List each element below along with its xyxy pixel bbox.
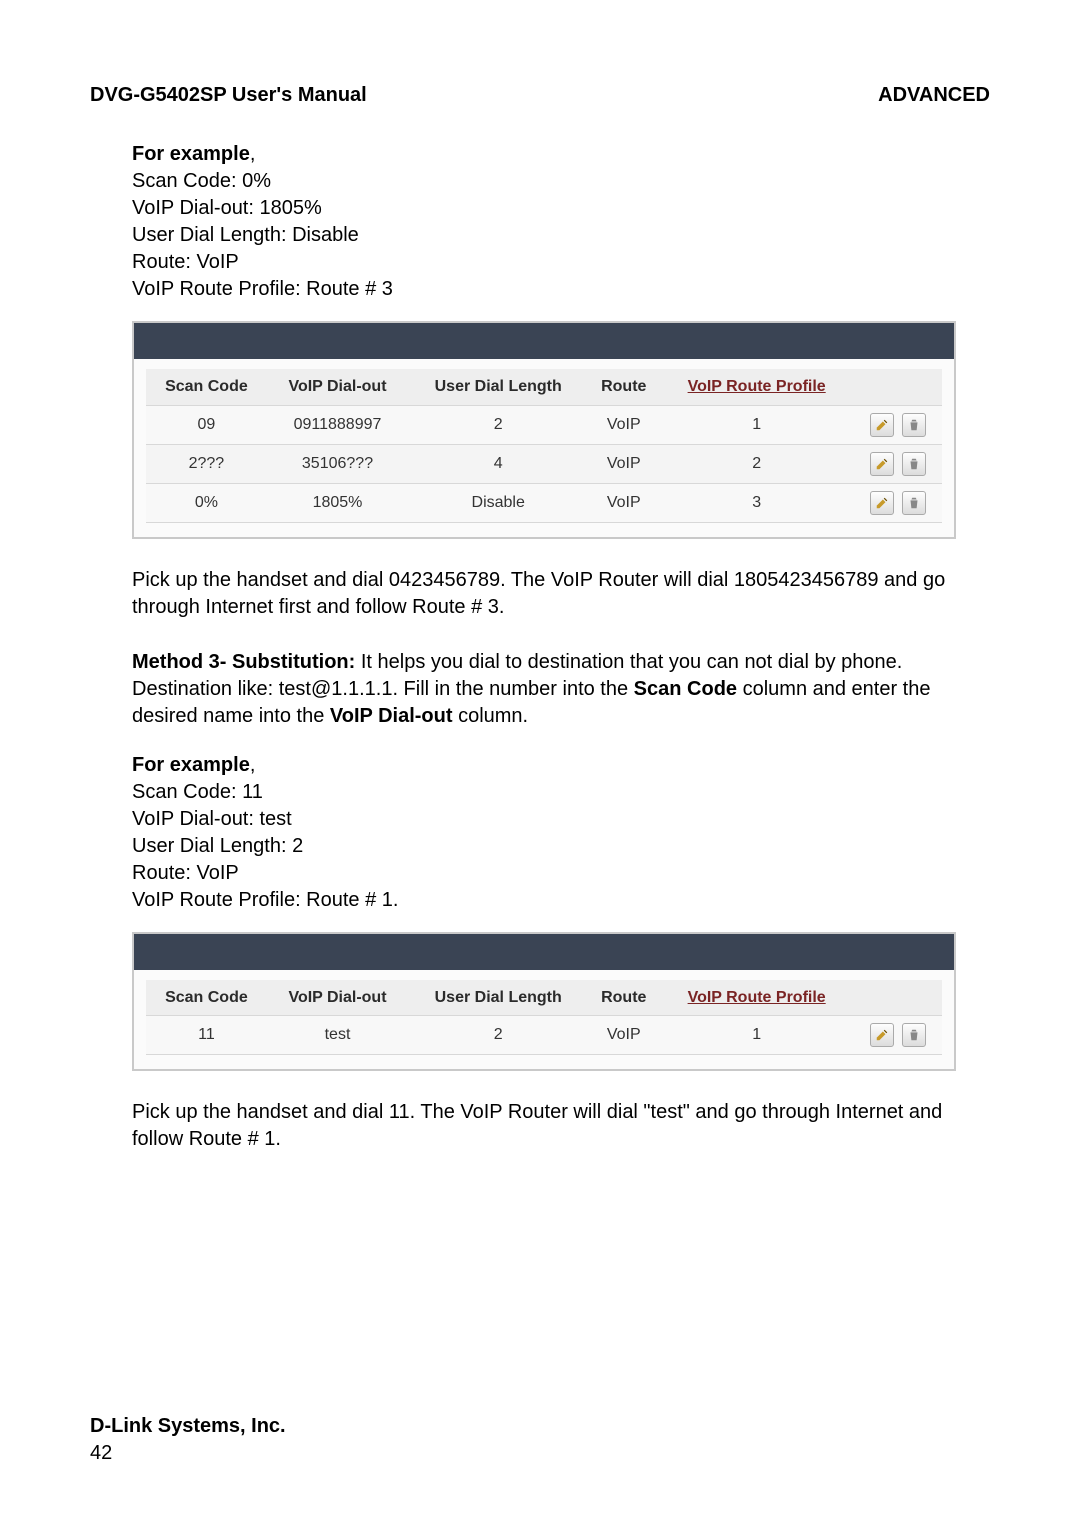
table-row: 0% 1805% Disable VoIP 3	[146, 483, 942, 522]
example2-line3: User Dial Length: 2	[132, 835, 303, 857]
example2-line4: Route: VoIP	[132, 862, 239, 884]
config-table-2-grid: Scan Code VoIP Dial-out User Dial Length…	[146, 980, 942, 1056]
edit-icon[interactable]	[870, 491, 894, 515]
method3-paragraph: Method 3- Substitution: It helps you dia…	[132, 649, 956, 730]
edit-icon[interactable]	[870, 452, 894, 476]
example1-title: For example	[132, 143, 250, 165]
delete-icon[interactable]	[902, 413, 926, 437]
config-table-1-titlebar	[134, 323, 954, 359]
delete-icon[interactable]	[902, 1023, 926, 1047]
delete-icon[interactable]	[902, 491, 926, 515]
table-row: 11 test 2 VoIP 1	[146, 1016, 942, 1055]
table-row: 2??? 35106??? 4 VoIP 2	[146, 444, 942, 483]
example2-line2: VoIP Dial-out: test	[132, 808, 292, 830]
col-actions	[854, 980, 942, 1016]
example1-line5: VoIP Route Profile: Route # 3	[132, 278, 393, 300]
example1-line1: Scan Code: 0%	[132, 170, 271, 192]
col-dial: VoIP Dial-out	[267, 369, 408, 405]
example1-line3: User Dial Length: Disable	[132, 224, 359, 246]
header-left: DVG-G5402SP User's Manual	[90, 82, 367, 109]
page-footer: D-Link Systems, Inc. 42	[90, 1413, 286, 1467]
col-route: Route	[588, 980, 659, 1016]
table-header-row: Scan Code VoIP Dial-out User Dial Length…	[146, 980, 942, 1016]
config-table-1-grid: Scan Code VoIP Dial-out User Dial Length…	[146, 369, 942, 523]
example2-title: For example	[132, 754, 250, 776]
col-profile[interactable]: VoIP Route Profile	[659, 980, 854, 1016]
col-scan: Scan Code	[146, 980, 267, 1016]
page-header: DVG-G5402SP User's Manual ADVANCED	[90, 82, 990, 109]
table-header-row: Scan Code VoIP Dial-out User Dial Length…	[146, 369, 942, 405]
body: For example, Scan Code: 0% VoIP Dial-out…	[132, 141, 956, 1153]
paragraph-after-table2: Pick up the handset and dial 11. The VoI…	[132, 1099, 956, 1153]
config-table-2: Scan Code VoIP Dial-out User Dial Length…	[132, 932, 956, 1072]
example2-line5: VoIP Route Profile: Route # 1.	[132, 889, 398, 911]
footer-company: D-Link Systems, Inc.	[90, 1415, 286, 1437]
header-right: ADVANCED	[878, 82, 990, 109]
example1-block: For example, Scan Code: 0% VoIP Dial-out…	[132, 141, 956, 303]
example1-line4: Route: VoIP	[132, 251, 239, 273]
edit-icon[interactable]	[870, 1023, 894, 1047]
col-profile[interactable]: VoIP Route Profile	[659, 369, 854, 405]
example1-line2: VoIP Dial-out: 1805%	[132, 197, 322, 219]
col-len: User Dial Length	[408, 369, 588, 405]
col-scan: Scan Code	[146, 369, 267, 405]
config-table-2-titlebar	[134, 934, 954, 970]
table-row: 09 0911888997 2 VoIP 1	[146, 405, 942, 444]
footer-page-number: 42	[90, 1442, 112, 1464]
col-route: Route	[588, 369, 659, 405]
example2-block: For example, Scan Code: 11 VoIP Dial-out…	[132, 752, 956, 914]
example2-line1: Scan Code: 11	[132, 781, 263, 803]
config-table-1: Scan Code VoIP Dial-out User Dial Length…	[132, 321, 956, 539]
col-dial: VoIP Dial-out	[267, 980, 408, 1016]
edit-icon[interactable]	[870, 413, 894, 437]
method3-lead: Method 3- Substitution:	[132, 651, 355, 673]
delete-icon[interactable]	[902, 452, 926, 476]
page: DVG-G5402SP User's Manual ADVANCED For e…	[0, 0, 1080, 1527]
col-len: User Dial Length	[408, 980, 588, 1016]
paragraph-after-table1: Pick up the handset and dial 0423456789.…	[132, 567, 956, 621]
col-actions	[854, 369, 942, 405]
